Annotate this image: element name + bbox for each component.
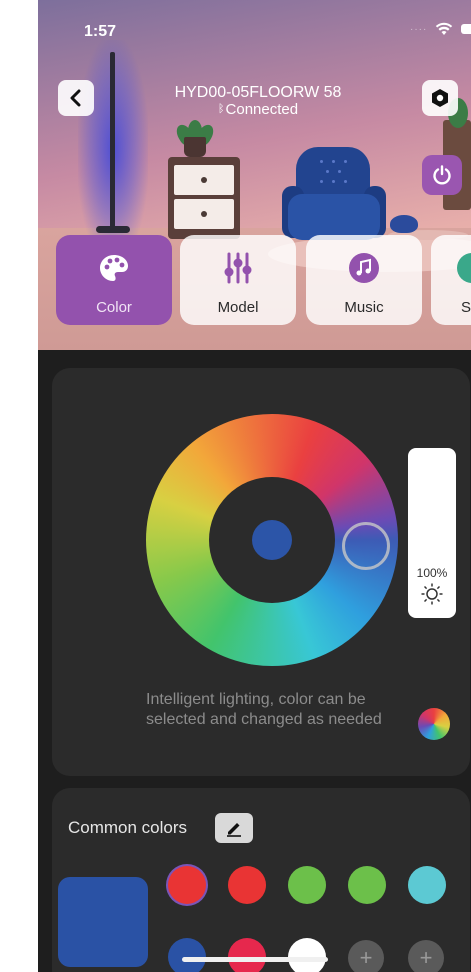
cabinet-drawer <box>174 165 234 195</box>
plant-pot <box>184 137 206 157</box>
scene-icon <box>455 251 471 285</box>
add-color-button[interactable]: + <box>348 940 384 972</box>
wifi-icon <box>436 22 453 35</box>
room-illustration: 1:57 ···· HYD00-05FLOORW 58 ᛒConnected C… <box>38 0 471 350</box>
brightness-value: 100% <box>416 566 448 580</box>
color-palette-icon[interactable] <box>418 708 450 740</box>
floor-lamp <box>110 52 115 230</box>
music-note-icon <box>347 251 381 285</box>
sun-icon <box>421 583 443 605</box>
color-wheel[interactable] <box>146 414 398 666</box>
color-swatch[interactable] <box>228 866 266 904</box>
tab-label: Model <box>217 299 259 316</box>
color-picker-card: 100% Intelligent lighting, color can be … <box>52 368 470 776</box>
sliders-icon <box>221 251 255 285</box>
app-screen: 1:57 ···· HYD00-05FLOORW 58 ᛒConnected C… <box>38 0 471 972</box>
teapot <box>390 215 418 233</box>
brightness-slider[interactable]: 100% <box>408 448 456 618</box>
current-color-swatch[interactable] <box>58 877 148 967</box>
selected-color-preview <box>252 520 292 560</box>
tab-music[interactable]: Music <box>306 235 422 325</box>
status-icons: ···· <box>410 22 471 36</box>
hexagon-settings-icon <box>432 89 448 107</box>
color-swatch[interactable] <box>288 938 326 972</box>
cabinet <box>168 157 240 239</box>
tab-label: Music <box>344 299 384 316</box>
tab-label: S <box>461 299 471 316</box>
floor-lamp-base <box>96 226 130 233</box>
back-button[interactable] <box>58 80 94 116</box>
tab-color[interactable]: Color <box>56 235 172 325</box>
power-icon <box>433 165 451 185</box>
color-swatch[interactable] <box>408 866 446 904</box>
color-swatch[interactable] <box>168 938 206 972</box>
color-description: Intelligent lighting, color can be selec… <box>146 691 382 728</box>
tab-scene[interactable]: S <box>431 235 471 325</box>
power-button[interactable] <box>422 155 462 195</box>
battery-icon <box>461 24 471 34</box>
add-color-button[interactable]: + <box>408 940 444 972</box>
pencil-icon <box>227 823 241 837</box>
common-colors-card: Common colors + + <box>52 788 470 972</box>
bluetooth-icon: ᛒ <box>217 103 225 115</box>
color-wheel-center <box>209 477 335 603</box>
tab-label: Color <box>96 299 132 316</box>
home-indicator <box>182 957 328 962</box>
status-time: 1:57 <box>84 23 117 40</box>
edit-colors-button[interactable] <box>215 813 253 843</box>
plus-icon: + <box>419 945 433 970</box>
color-swatch[interactable] <box>228 938 266 972</box>
device-name: HYD00-05FLOORW 58 <box>174 84 342 101</box>
color-swatch[interactable] <box>348 866 386 904</box>
palette-icon <box>97 251 131 285</box>
color-swatch[interactable] <box>288 866 326 904</box>
cabinet-drawer <box>174 199 234 229</box>
chevron-left-icon <box>70 89 81 107</box>
connection-status: ᛒConnected <box>217 101 299 118</box>
color-swatch[interactable] <box>168 866 206 904</box>
armchair-seat <box>288 194 380 240</box>
settings-button[interactable] <box>422 80 458 116</box>
plus-icon: + <box>359 945 373 970</box>
common-colors-title: Common colors <box>68 818 188 837</box>
color-wheel-handle[interactable] <box>342 522 390 570</box>
signal-icon: ···· <box>410 23 428 35</box>
tab-model[interactable]: Model <box>180 235 296 325</box>
